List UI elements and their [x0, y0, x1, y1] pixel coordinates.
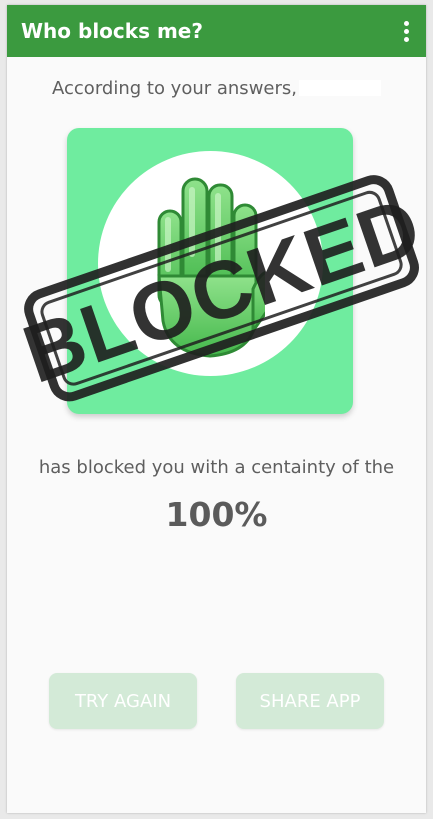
app-bar: Who blocks me?	[7, 5, 426, 57]
app-title: Who blocks me?	[21, 19, 203, 43]
app-screen: Who blocks me? According to your answers…	[7, 5, 426, 813]
try-again-label: TRY AGAIN	[74, 690, 172, 712]
certainty-value: 100%	[165, 495, 268, 534]
share-app-button[interactable]: SHARE APP	[236, 673, 384, 729]
result-statement: has blocked you with a centainty of the	[38, 457, 395, 478]
share-app-label: SHARE APP	[259, 690, 361, 712]
try-again-button[interactable]: TRY AGAIN	[49, 673, 197, 729]
intro-label: According to your answers,	[52, 78, 297, 99]
white-circle	[98, 151, 323, 376]
result-image-card	[67, 128, 353, 414]
intro-text: According to your answers,	[7, 78, 426, 99]
more-vert-icon[interactable]	[394, 15, 418, 47]
redacted-name	[298, 80, 381, 96]
stop-hand-icon	[157, 177, 265, 358]
